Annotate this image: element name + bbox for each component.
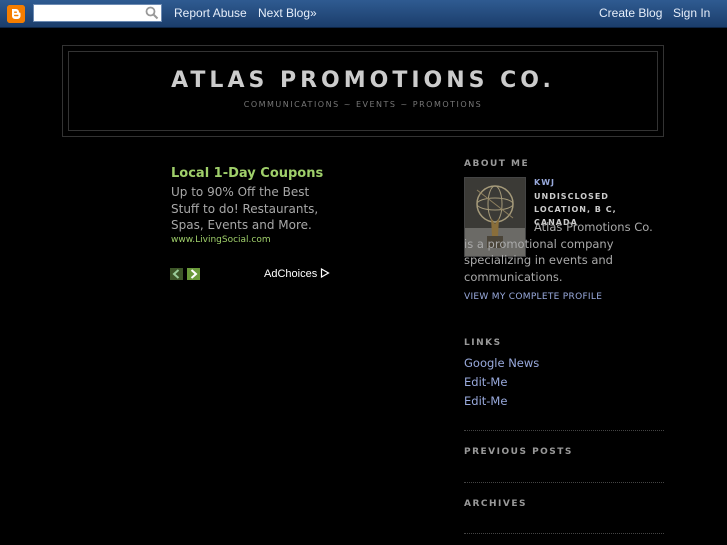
sign-in-link[interactable]: Sign In <box>673 6 710 20</box>
archives-heading: ARCHIVES <box>464 499 527 509</box>
about-me-heading: ABOUT ME <box>464 159 530 169</box>
profile-name[interactable]: KWJ <box>534 178 555 187</box>
sidebar-divider <box>464 430 664 431</box>
report-abuse-link[interactable]: Report Abuse <box>174 6 247 20</box>
next-blog-link[interactable]: Next Blog» <box>258 6 317 20</box>
blogger-navbar: Report Abuse Next Blog» Create Blog Sign… <box>0 0 727 28</box>
blogger-logo-icon[interactable] <box>7 5 25 23</box>
adchoices-link[interactable]: AdChoices <box>264 267 330 280</box>
ad-body: Up to 90% Off the Best Stuff to do! Rest… <box>171 185 319 232</box>
ad-unit[interactable]: Local 1-Day Coupons Up to 90% Off the Be… <box>171 166 331 245</box>
profile-about-text: Atlas Promotions Co. is a promotional co… <box>464 220 653 284</box>
search-icon[interactable] <box>144 5 160 21</box>
create-blog-link[interactable]: Create Blog <box>599 6 662 20</box>
previous-posts-heading: PREVIOUS POSTS <box>464 447 573 457</box>
blog-title[interactable]: ATLAS PROMOTIONS CO. <box>69 68 657 93</box>
blog-header: ATLAS PROMOTIONS CO. COMMUNICATIONS ~ EV… <box>68 51 658 131</box>
ad-title[interactable]: Local 1-Day Coupons <box>171 166 331 181</box>
adchoices-label: AdChoices <box>264 268 318 280</box>
ad-url[interactable]: www.LivingSocial.com <box>171 235 331 245</box>
link-edit-me[interactable]: Edit-Me <box>464 394 507 408</box>
profile-about: Atlas Promotions Co. is a promotional co… <box>464 219 664 285</box>
link-google-news[interactable]: Google News <box>464 356 539 370</box>
view-profile-link[interactable]: VIEW MY COMPLETE PROFILE <box>464 292 602 302</box>
sidebar-divider <box>464 533 664 534</box>
ad-prev-icon[interactable] <box>170 268 183 280</box>
adchoices-icon <box>321 267 330 279</box>
ad-next-icon[interactable] <box>187 268 200 280</box>
search-input[interactable] <box>33 4 162 22</box>
links-heading: LINKS <box>464 338 502 348</box>
blog-description: COMMUNICATIONS ~ EVENTS ~ PROMOTIONS <box>243 100 483 109</box>
sidebar-divider <box>464 482 664 483</box>
link-edit-me[interactable]: Edit-Me <box>464 375 507 389</box>
